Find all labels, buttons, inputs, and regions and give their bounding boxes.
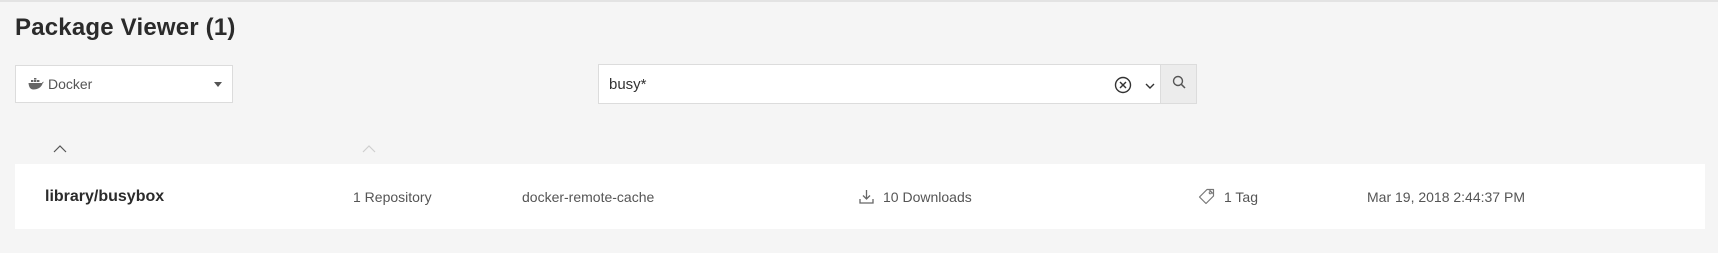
downloads-count: 10 Downloads [883, 188, 972, 205]
tags-cell: 1 Tag [1198, 164, 1258, 229]
chevron-down-icon[interactable] [1144, 79, 1156, 91]
search-icon [1172, 75, 1186, 94]
package-type-label: Docker [48, 76, 93, 92]
table-row[interactable]: library/busybox 1 Repository docker-remo… [15, 164, 1705, 229]
search-input[interactable] [609, 69, 1109, 99]
download-icon [859, 190, 874, 204]
page-title: Package Viewer (1) [15, 14, 236, 41]
top-divider [0, 0, 1718, 2]
sort-repositories-icon[interactable] [362, 140, 376, 153]
repository-count: 1 Repository [353, 188, 432, 205]
last-modified-date: Mar 19, 2018 2:44:37 PM [1367, 188, 1525, 205]
search-button[interactable] [1160, 65, 1196, 103]
tag-icon [1198, 188, 1215, 205]
docker-icon [28, 78, 44, 90]
sort-name-icon[interactable] [53, 140, 67, 153]
caret-down-icon [214, 82, 222, 87]
package-name[interactable]: library/busybox [45, 164, 164, 229]
search-box [598, 64, 1197, 104]
package-type-select[interactable]: Docker [15, 65, 233, 103]
clear-icon[interactable] [1114, 76, 1132, 94]
repository-name: docker-remote-cache [522, 188, 655, 205]
tags-count: 1 Tag [1224, 188, 1258, 205]
downloads-cell: 10 Downloads [859, 164, 972, 229]
